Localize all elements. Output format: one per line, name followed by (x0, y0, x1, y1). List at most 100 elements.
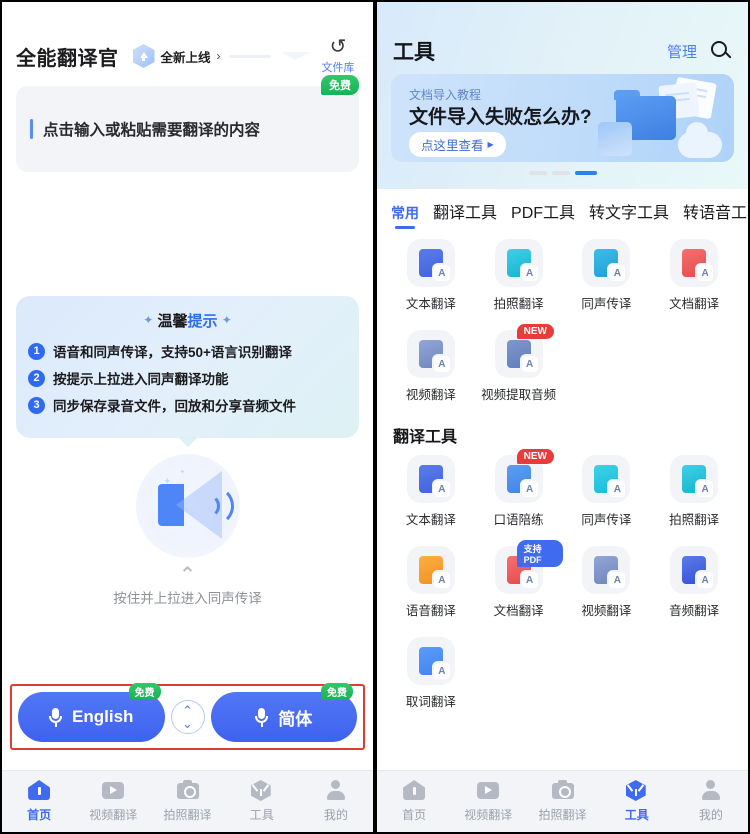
sparkle-icon-right: ✦ (221, 313, 232, 327)
page-title: 工具 (393, 41, 435, 64)
microphone-icon (49, 707, 63, 727)
tool-label: 文档翻译 (669, 297, 720, 311)
new-release-badge[interactable]: 全新上线 › (132, 44, 311, 68)
tool-label: 文档翻译 (493, 604, 544, 618)
category-tabs: 常用 翻译工具 PDF工具 转文字工具 转语音工具 (377, 189, 748, 231)
tool-item[interactable]: NEW 视频提取音频 (475, 322, 563, 409)
tool-item[interactable]: 视频翻译 (563, 538, 651, 625)
search-icon[interactable] (711, 40, 732, 62)
tool-item[interactable]: 音频翻译 (650, 538, 738, 625)
pull-up-label: 按住并上拉进入同声传译 (113, 591, 262, 606)
tip-item: 2 按提示上拉进入同声翻译功能 (28, 368, 347, 388)
banner-cta-button[interactable]: 点这里查看 ▶ (409, 132, 506, 157)
simultaneous-interpret-icon (582, 455, 631, 503)
tool-item[interactable]: 支持PDF 文档翻译 (475, 538, 563, 625)
tab-home-label: 首页 (27, 808, 52, 822)
tab-photo-label: 拍照翻译 (538, 808, 587, 822)
tool-label: 视频翻译 (405, 388, 456, 402)
video-icon (102, 780, 125, 802)
swap-language-button[interactable]: ⌃ ⌄ (170, 700, 205, 734)
tab-video-label: 视频翻译 (89, 808, 138, 822)
free-badge: 免费 (321, 683, 353, 700)
tool-item[interactable]: 同声传译 (563, 447, 651, 534)
tab-photo-translate[interactable]: 拍照翻译 (150, 771, 224, 832)
tips-title-part1: 温馨 (157, 313, 188, 330)
tab-to-text-tools[interactable]: 转文字工具 (589, 199, 669, 231)
tool-item[interactable]: 拍照翻译 (475, 231, 563, 318)
carousel-dot[interactable] (528, 171, 547, 175)
new-release-label: 全新上线 (160, 50, 211, 65)
app-header: 全能翻译官 全新上线 › ↺ 文件库 (2, 32, 373, 80)
input-placeholder-row: 点击输入或粘贴需要翻译的内容 (16, 118, 260, 140)
banner-carousel-dots[interactable] (377, 171, 748, 175)
tab-translate-tools[interactable]: 翻译工具 (433, 199, 497, 231)
tool-item[interactable]: 拍照翻译 (650, 447, 738, 534)
audio-translate-icon (670, 546, 719, 594)
translate-input-box[interactable]: 免费 点击输入或粘贴需要翻译的内容 (16, 75, 359, 172)
banner-cta-label: 点这里查看 (421, 139, 484, 153)
carousel-dot[interactable] (551, 171, 570, 175)
tab-video-translate[interactable]: 视频翻译 (451, 771, 525, 832)
tool-label: 语音翻译 (405, 604, 456, 618)
file-library-button[interactable]: ↺ 文件库 (315, 36, 361, 75)
tips-card: ✦ 温馨提示 ✦ 1 语音和同声传译，支持50+语言识别翻译 2 按提示上拉进入… (16, 296, 359, 438)
tool-item[interactable]: 同声传译 (563, 231, 651, 318)
placeholder-shape (280, 52, 311, 60)
tab-tools-label: 工具 (249, 808, 274, 822)
target-language-label: 简体 (278, 709, 313, 729)
bottom-tabbar: 首页 视频翻译 拍照翻译 工具 我的 (2, 770, 373, 832)
tab-pdf-tools[interactable]: PDF工具 (511, 199, 575, 231)
tool-label: 同声传译 (581, 297, 632, 311)
tab-home[interactable]: 首页 (377, 771, 451, 832)
tab-photo-translate[interactable]: 拍照翻译 (525, 771, 599, 832)
tool-item[interactable]: 文本翻译 (387, 447, 475, 534)
video-translate-icon (582, 546, 631, 594)
tip-text: 语音和同声传译，支持50+语言识别翻译 (53, 345, 292, 360)
pull-up-hint[interactable]: ⌃ 按住并上拉进入同声传译 (2, 565, 373, 607)
tab-tools[interactable]: 工具 (600, 771, 674, 832)
page-title: 全能翻译官 (16, 47, 119, 70)
tab-mine[interactable]: 我的 (674, 771, 748, 832)
swap-vertical-icon: ⌃ ⌄ (182, 703, 193, 731)
bottom-tabbar: 首页 视频翻译 拍照翻译 工具 我的 (377, 770, 748, 832)
home-icon (28, 780, 51, 802)
promo-banner[interactable]: 文档导入教程 文件导入失败怎么办? 点这里查看 ▶ (391, 74, 734, 162)
tool-item[interactable]: 文档翻译 (650, 231, 738, 318)
tab-mine-label: 我的 (323, 808, 348, 822)
target-language-mic-button[interactable]: 免费 简体 (210, 683, 357, 742)
speaker-illustration-wrap: ✦ ✦ ✦ (2, 454, 373, 558)
document-translate-icon (670, 239, 719, 287)
tab-tools[interactable]: 工具 (225, 771, 299, 832)
tab-to-speech-tools[interactable]: 转语音工具 (683, 199, 748, 231)
tool-label: 文本翻译 (405, 513, 456, 527)
tool-item[interactable]: 视频翻译 (387, 322, 475, 409)
camera-icon (176, 780, 199, 802)
upgrade-hex-icon (132, 44, 155, 68)
tool-item[interactable]: 文本翻译 (387, 231, 475, 318)
tip-text: 按提示上拉进入同声翻译功能 (53, 372, 229, 387)
carousel-dot-active[interactable] (574, 171, 597, 175)
free-badge: 免费 (321, 75, 359, 95)
search-input[interactable]: 点击输入或粘贴需要翻译的内容 (43, 118, 260, 140)
tab-common[interactable]: 常用 (391, 203, 419, 231)
source-language-mic-button[interactable]: 免费 English (18, 683, 165, 742)
tab-home[interactable]: 首页 (2, 771, 76, 832)
tool-item[interactable]: 语音翻译 (387, 538, 475, 625)
tab-photo-label: 拍照翻译 (163, 808, 212, 822)
tab-tools-label: 工具 (624, 808, 649, 822)
tab-mine[interactable]: 我的 (299, 771, 373, 832)
right-phone-screen: 工具 管理 文档导入教程 文件导入失败怎么办? 点这里查看 ▶ 常用 翻译工具 … (375, 0, 750, 834)
chevron-right-icon: › (216, 49, 221, 63)
manage-button[interactable]: 管理 (667, 41, 697, 62)
tool-item[interactable]: NEW 口语陪练 (475, 447, 563, 534)
tool-item[interactable]: 取词翻译 (387, 629, 475, 716)
cube-icon (625, 780, 648, 802)
tip-text: 同步保存录音文件，回放和分享音频文件 (53, 399, 296, 414)
source-language-label: English (72, 707, 134, 726)
tip-number: 3 (28, 396, 45, 414)
language-selector-bar: 免费 English ⌃ ⌄ 免费 简体 (10, 683, 365, 750)
left-phone-screen: 全能翻译官 全新上线 › ↺ 文件库 免费 点击输入或粘贴需要翻译的内容 ✦ 温… (0, 0, 375, 834)
tab-video-translate[interactable]: 视频翻译 (76, 771, 150, 832)
video-icon (477, 780, 500, 802)
tool-label: 口语陪练 (493, 513, 544, 527)
